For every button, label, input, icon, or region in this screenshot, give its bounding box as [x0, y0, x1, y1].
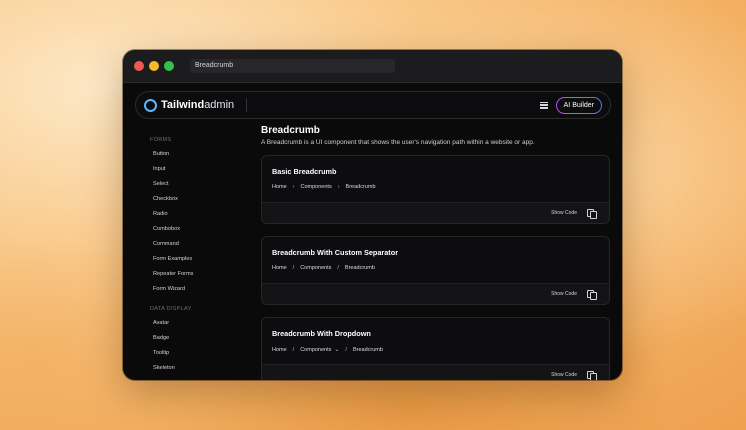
- show-code-button[interactable]: Show Code: [551, 210, 577, 216]
- header-divider: [246, 98, 248, 112]
- logo-icon: [144, 98, 157, 112]
- close-window-button[interactable]: [134, 61, 144, 71]
- brand-logo[interactable]: Tailwindadmin: [161, 99, 234, 111]
- example-card: Breadcrumb With Dropdown Home / Components ⌄…: [261, 317, 610, 380]
- sidebar: FORMS Button Input Select Checkbox Radio Combo…: [123, 128, 251, 380]
- app-header: Tailwindadmin AI Builder: [135, 91, 611, 119]
- browser-window: Breadcrumb Tailwindadmin AI Builder FORM…: [123, 50, 622, 380]
- page-title: Breadcrumb: [261, 125, 320, 136]
- chevron-right-icon: ›: [337, 184, 340, 190]
- breadcrumb-link[interactable]: Home: [272, 184, 287, 190]
- maximize-window-button[interactable]: [164, 61, 174, 71]
- show-code-button[interactable]: Show Code: [551, 372, 577, 378]
- sidebar-item-command[interactable]: Command: [123, 237, 251, 252]
- minimize-window-button[interactable]: [149, 61, 159, 71]
- breadcrumb-link[interactable]: Home: [272, 347, 287, 353]
- breadcrumb-link[interactable]: Breadcrumb: [346, 184, 376, 190]
- sidebar-item-checkbox[interactable]: Checkbox: [123, 192, 251, 207]
- slash-separator-icon: /: [292, 346, 295, 353]
- address-bar[interactable]: Breadcrumb: [190, 59, 395, 73]
- menu-icon[interactable]: [539, 101, 548, 109]
- sidebar-item-avatar[interactable]: Avatar: [123, 316, 251, 331]
- copy-icon[interactable]: [587, 370, 597, 380]
- sidebar-item-form-wizard[interactable]: Form Wizard: [123, 282, 251, 297]
- example-card: Breadcrumb With Custom Separator Home / Com…: [261, 236, 610, 305]
- sidebar-section-title: DATA DISPLAY: [150, 306, 192, 312]
- sidebar-item-button[interactable]: Button: [123, 147, 251, 162]
- show-code-button[interactable]: Show Code: [551, 291, 577, 297]
- breadcrumb-link[interactable]: Components: [300, 265, 331, 271]
- card-title: Basic Breadcrumb: [272, 167, 337, 176]
- window-titlebar: Breadcrumb: [123, 50, 622, 83]
- sidebar-item-tooltip[interactable]: Tooltip: [123, 346, 251, 361]
- card-title: Breadcrumb With Custom Separator: [272, 248, 399, 257]
- sidebar-item-repeater-forms[interactable]: Repeater Forms: [123, 267, 251, 282]
- breadcrumb-link[interactable]: Breadcrumb: [353, 347, 383, 353]
- sidebar-section-title: FORMS: [150, 137, 172, 143]
- copy-icon[interactable]: [587, 208, 597, 219]
- card-footer: Show Code: [262, 364, 609, 380]
- breadcrumb-link[interactable]: Components: [301, 184, 332, 190]
- slash-separator-icon: /: [337, 265, 339, 271]
- breadcrumb-link[interactable]: Components: [300, 347, 331, 353]
- main-content: Breadcrumb A Breadcrumb is a UI componen…: [261, 124, 613, 380]
- sidebar-item-form-examples[interactable]: Form Examples: [123, 252, 251, 267]
- breadcrumb-link[interactable]: Home: [272, 265, 287, 271]
- sidebar-item-skeleton[interactable]: Skeleton: [123, 361, 251, 376]
- breadcrumb: Home › Components › Breadcrumb: [272, 184, 376, 190]
- brand-name-bold: Tailwind: [161, 99, 205, 111]
- slash-separator-icon: /: [292, 265, 295, 271]
- sidebar-item-input[interactable]: Input: [123, 162, 251, 177]
- breadcrumb: Home / Components ⌄ / Breadcrumb: [272, 346, 383, 354]
- chevron-down-icon[interactable]: ⌄: [334, 346, 339, 353]
- page-description: A Breadcrumb is a UI component that show…: [261, 139, 535, 146]
- copy-icon[interactable]: [587, 289, 597, 300]
- ai-builder-button[interactable]: AI Builder: [556, 97, 602, 114]
- breadcrumb-link[interactable]: Breadcrumb: [345, 265, 375, 271]
- sidebar-item-select[interactable]: Select: [123, 177, 251, 192]
- card-footer: Show Code: [262, 283, 609, 304]
- card-footer: Show Code: [262, 202, 609, 223]
- slash-separator-icon: /: [345, 346, 347, 353]
- brand-name-light: admin: [204, 99, 235, 111]
- chevron-right-icon: ›: [292, 184, 295, 190]
- card-title: Breadcrumb With Dropdown: [272, 329, 371, 338]
- breadcrumb: Home / Components / Breadcrumb: [272, 265, 375, 271]
- sidebar-item-badge[interactable]: Badge: [123, 331, 251, 346]
- sidebar-item-radio[interactable]: Radio: [123, 207, 251, 222]
- sidebar-item-combobox[interactable]: Combobox: [123, 222, 251, 237]
- example-card: Basic Breadcrumb Home › Components › Breadcru…: [261, 155, 610, 224]
